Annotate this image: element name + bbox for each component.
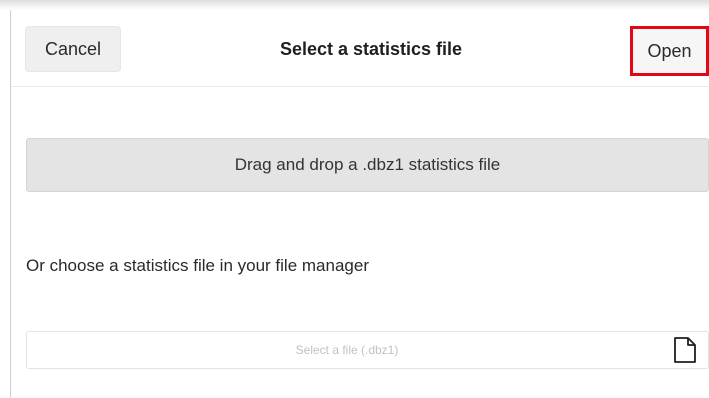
dialog-header: Cancel Select a statistics file Open (11, 12, 709, 87)
cancel-button[interactable]: Cancel (25, 26, 121, 72)
file-select-field[interactable]: Select a file (.dbz1) (26, 331, 709, 369)
drag-and-drop-zone[interactable]: Drag and drop a .dbz1 statistics file (26, 138, 709, 192)
file-select-placeholder: Select a file (.dbz1) (295, 343, 399, 357)
dialog-title: Select a statistics file (279, 39, 463, 59)
file-icon[interactable] (672, 336, 698, 364)
file-select-dialog: Cancel Select a statistics file Open Dra… (0, 0, 709, 398)
open-button[interactable]: Open (630, 26, 709, 76)
file-manager-label: Or choose a statistics file in your file… (26, 256, 369, 275)
top-shadow (0, 0, 709, 10)
